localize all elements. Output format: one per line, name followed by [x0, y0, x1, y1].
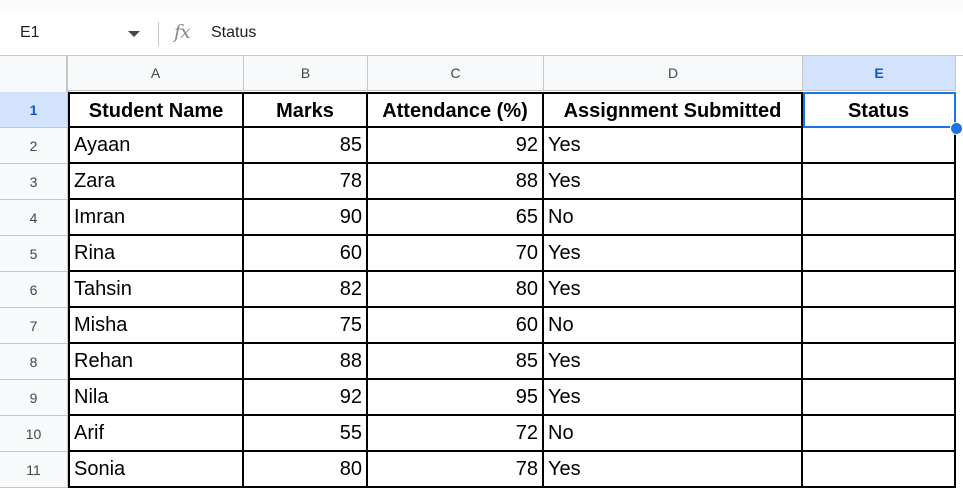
cell-a2[interactable]: Ayaan: [68, 128, 244, 164]
row-header-3[interactable]: 3: [0, 164, 68, 200]
cell-c10[interactable]: 72: [368, 416, 544, 452]
cell-a7[interactable]: Misha: [68, 308, 244, 344]
cell-a10[interactable]: Arif: [68, 416, 244, 452]
formula-bar: E1 fx Status: [0, 12, 963, 56]
cell-e5[interactable]: [803, 236, 956, 272]
cell-b6[interactable]: 82: [244, 272, 368, 308]
cell-b7[interactable]: 75: [244, 308, 368, 344]
cell-e2[interactable]: [803, 128, 956, 164]
cell-a3[interactable]: Zara: [68, 164, 244, 200]
cell-a5[interactable]: Rina: [68, 236, 244, 272]
cell-d2[interactable]: Yes: [544, 128, 803, 164]
row-header-9[interactable]: 9: [0, 380, 68, 416]
cell-c3[interactable]: 88: [368, 164, 544, 200]
cell-a9[interactable]: Nila: [68, 380, 244, 416]
cell-d1[interactable]: Assignment Submitted: [544, 92, 803, 128]
column-header-b[interactable]: B: [244, 56, 368, 91]
cell-e3[interactable]: [803, 164, 956, 200]
row-header-5[interactable]: 5: [0, 236, 68, 272]
cell-e7[interactable]: [803, 308, 956, 344]
row-header-11[interactable]: 11: [0, 452, 68, 488]
cell-d10[interactable]: No: [544, 416, 803, 452]
cell-b5[interactable]: 60: [244, 236, 368, 272]
formula-input[interactable]: Status: [211, 24, 256, 42]
column-header-d[interactable]: D: [544, 56, 803, 91]
formula-bar-divider: [158, 22, 159, 46]
cell-e10[interactable]: [803, 416, 956, 452]
cell-b2[interactable]: 85: [244, 128, 368, 164]
cell-a6[interactable]: Tahsin: [68, 272, 244, 308]
cell-d8[interactable]: Yes: [544, 344, 803, 380]
chevron-down-icon[interactable]: [128, 31, 140, 37]
cell-a11[interactable]: Sonia: [68, 452, 244, 488]
cell-c8[interactable]: 85: [368, 344, 544, 380]
row-header-10[interactable]: 10: [0, 416, 68, 452]
row-header-7[interactable]: 7: [0, 308, 68, 344]
column-header-a[interactable]: A: [68, 56, 244, 91]
fx-icon: fx: [174, 21, 191, 43]
cell-d4[interactable]: No: [544, 200, 803, 236]
cell-d9[interactable]: Yes: [544, 380, 803, 416]
row-header-4[interactable]: 4: [0, 200, 68, 236]
row-header-8[interactable]: 8: [0, 344, 68, 380]
fill-handle[interactable]: [950, 122, 963, 135]
cell-d5[interactable]: Yes: [544, 236, 803, 272]
top-strip: [0, 0, 963, 12]
cell-b1[interactable]: Marks: [244, 92, 368, 128]
cell-b3[interactable]: 78: [244, 164, 368, 200]
cell-d11[interactable]: Yes: [544, 452, 803, 488]
cell-e9[interactable]: [803, 380, 956, 416]
cell-b11[interactable]: 80: [244, 452, 368, 488]
cell-d6[interactable]: Yes: [544, 272, 803, 308]
name-box[interactable]: E1: [0, 12, 155, 55]
cell-b4[interactable]: 90: [244, 200, 368, 236]
cell-b8[interactable]: 88: [244, 344, 368, 380]
cell-c1[interactable]: Attendance (%): [368, 92, 544, 128]
name-box-value: E1: [20, 24, 40, 41]
cell-c4[interactable]: 65: [368, 200, 544, 236]
cell-a1[interactable]: Student Name: [68, 92, 244, 128]
cell-b10[interactable]: 55: [244, 416, 368, 452]
cell-c9[interactable]: 95: [368, 380, 544, 416]
select-all-corner[interactable]: [0, 56, 70, 96]
column-header-e[interactable]: E: [803, 56, 956, 91]
cell-c2[interactable]: 92: [368, 128, 544, 164]
cell-a4[interactable]: Imran: [68, 200, 244, 236]
cell-d7[interactable]: No: [544, 308, 803, 344]
cell-b9[interactable]: 92: [244, 380, 368, 416]
cell-e1[interactable]: Status: [803, 92, 956, 128]
row-header-2[interactable]: 2: [0, 128, 68, 164]
cell-d3[interactable]: Yes: [544, 164, 803, 200]
cell-e6[interactable]: [803, 272, 956, 308]
cell-c7[interactable]: 60: [368, 308, 544, 344]
cell-e4[interactable]: [803, 200, 956, 236]
cell-c11[interactable]: 78: [368, 452, 544, 488]
cell-c6[interactable]: 80: [368, 272, 544, 308]
row-header-1[interactable]: 1: [0, 92, 68, 128]
row-header-6[interactable]: 6: [0, 272, 68, 308]
column-header-c[interactable]: C: [368, 56, 544, 91]
cell-e11[interactable]: [803, 452, 956, 488]
cell-e8[interactable]: [803, 344, 956, 380]
cell-c5[interactable]: 70: [368, 236, 544, 272]
cell-a8[interactable]: Rehan: [68, 344, 244, 380]
